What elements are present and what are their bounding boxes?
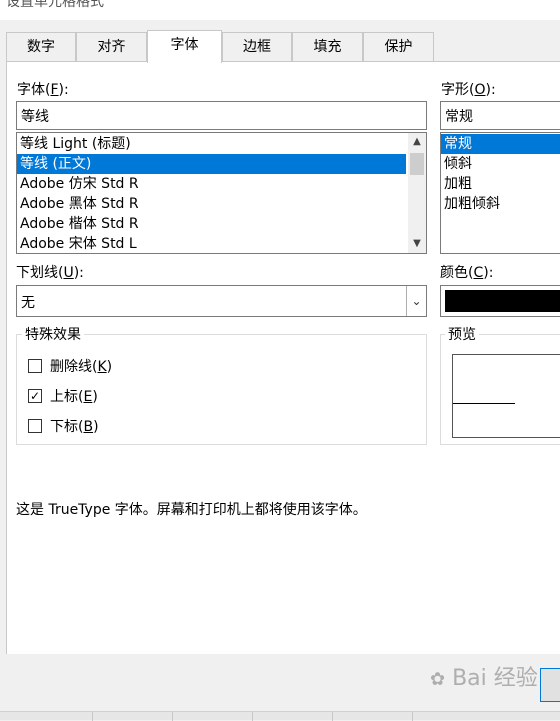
ok-button[interactable] (540, 668, 560, 702)
tab-protection[interactable]: 保护 (363, 32, 434, 62)
tab-fill[interactable]: 填充 (292, 32, 363, 62)
superscript-label: 上标(E) (50, 389, 98, 405)
checkbox[interactable] (28, 419, 42, 433)
font-style-item[interactable]: 加粗 (441, 174, 560, 194)
font-style-item[interactable]: 倾斜 (441, 154, 560, 174)
font-style-input[interactable]: 常规 (440, 101, 560, 130)
strikethrough-label: 删除线(K) (50, 359, 113, 375)
subscript-label: 下标(B) (50, 419, 99, 435)
checkbox[interactable] (28, 359, 42, 373)
chevron-down-icon[interactable]: ▼ (408, 235, 426, 253)
tab-alignment[interactable]: 对齐 (76, 32, 147, 62)
underline-select[interactable]: 无 ⌄ (16, 285, 427, 317)
font-list-item[interactable]: 等线 Light (标题) (17, 134, 406, 154)
window-title: 设置单元格格式 (6, 0, 104, 10)
chevron-down-icon[interactable]: ⌄ (406, 286, 426, 316)
font-list-scrollbar[interactable]: ▲ ▼ (408, 133, 426, 253)
preview-box (452, 354, 560, 438)
strikethrough-option[interactable]: 删除线(K) (28, 356, 112, 376)
font-style-list[interactable]: 常规 倾斜 加粗 加粗倾斜 (440, 132, 560, 254)
preview-baseline (453, 403, 515, 404)
font-style-item-selected[interactable]: 常规 (441, 134, 560, 154)
tab-number[interactable]: 数字 (6, 32, 76, 62)
sheet-bar (0, 711, 560, 721)
underline-value: 无 (21, 295, 35, 311)
tab-border[interactable]: 边框 (222, 32, 292, 62)
font-list-item[interactable]: Adobe 仿宋 Std R (17, 174, 406, 194)
title-bar: 设置单元格格式 (0, 0, 560, 20)
underline-label: 下划线(U): (16, 265, 84, 281)
font-label: 字体(F): (17, 82, 69, 98)
checkbox-checked[interactable]: ✓ (28, 389, 42, 403)
font-name-input[interactable]: 等线 (16, 101, 427, 130)
font-list-item[interactable]: Adobe 楷体 Std R (17, 214, 406, 234)
chevron-up-icon[interactable]: ▲ (408, 133, 426, 151)
tab-strip: 数字 对齐 字体 边框 填充 保护 (0, 20, 560, 63)
superscript-option[interactable]: ✓ 上标(E) (28, 386, 98, 406)
tab-font[interactable]: 字体 (147, 30, 222, 63)
effects-title: 特殊效果 (22, 324, 84, 344)
color-picker[interactable] (440, 285, 560, 317)
font-style-label: 字形(O): (441, 82, 496, 98)
subscript-option[interactable]: 下标(B) (28, 416, 99, 436)
font-description: 这是 TrueType 字体。屏幕和打印机上都将使用该字体。 (16, 502, 367, 518)
scrollbar-thumb[interactable] (410, 153, 424, 175)
paw-icon: ✿ (430, 669, 446, 690)
color-swatch (445, 290, 560, 312)
font-list-item[interactable]: Adobe 黑体 Std R (17, 194, 406, 214)
preview-title: 预览 (445, 324, 479, 344)
font-list-item[interactable]: Adobe 宋体 Std L (17, 234, 406, 253)
font-list[interactable]: 等线 Light (标题) 等线 (正文) Adobe 仿宋 Std R Ado… (16, 132, 427, 254)
font-list-item-selected[interactable]: 等线 (正文) (17, 154, 406, 174)
color-label: 颜色(C): (440, 265, 494, 281)
watermark-logo: ✿ Bai 经验 (430, 666, 538, 691)
font-style-item[interactable]: 加粗倾斜 (441, 194, 560, 214)
